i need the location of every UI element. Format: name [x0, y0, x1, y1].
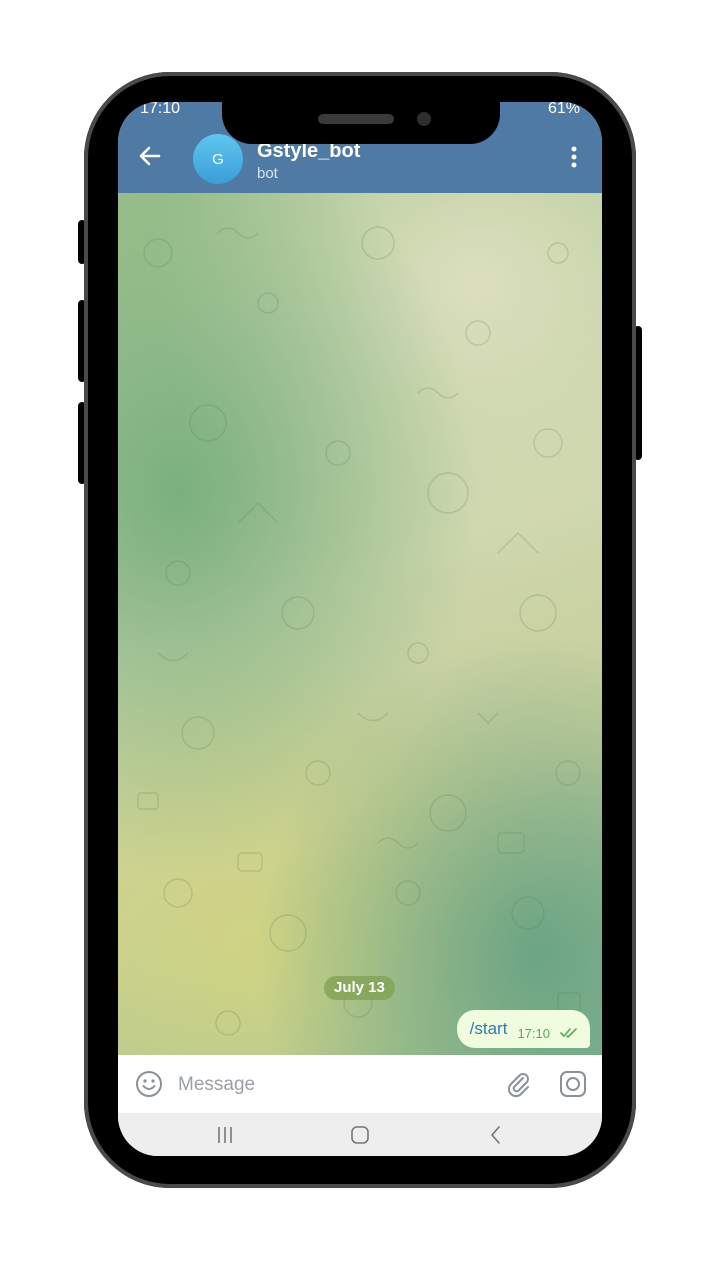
system-back-button[interactable] [484, 1123, 508, 1147]
message-input[interactable] [176, 1065, 480, 1105]
date-separator: July 13 [324, 976, 395, 1000]
emoji-button[interactable] [135, 1070, 163, 1098]
recents-button[interactable] [213, 1123, 237, 1147]
phone-volume-button [78, 220, 86, 264]
avatar[interactable]: G [193, 134, 243, 184]
phone-speaker [318, 114, 394, 124]
camera-icon [560, 1071, 586, 1097]
more-vertical-icon [571, 146, 577, 168]
message-text[interactable]: /start [470, 1019, 508, 1039]
doodle-pattern [137, 226, 581, 1036]
message-time: 17:10 [517, 1025, 550, 1041]
attach-button[interactable] [504, 1070, 532, 1098]
message-composer [118, 1055, 602, 1113]
arrow-left-icon [139, 146, 161, 166]
recents-icon [218, 1127, 232, 1143]
double-check-icon [560, 1028, 577, 1038]
phone-volume-up-button [78, 300, 86, 382]
smiley-icon [136, 1071, 162, 1097]
phone-screen: 17:10 61% G Gstyle_bot bot July 13 /star… [118, 102, 602, 1156]
paperclip-icon [507, 1073, 529, 1098]
back-button[interactable] [136, 142, 164, 170]
camera-button[interactable] [559, 1070, 587, 1098]
front-camera [417, 112, 431, 126]
chat-subtitle: bot [257, 165, 278, 182]
home-icon [351, 1126, 369, 1144]
nav-back-icon [491, 1126, 500, 1144]
avatar-letter: G [212, 150, 224, 168]
phone-notch [222, 72, 500, 144]
status-time: 17:10 [140, 102, 181, 117]
phone-power-button [634, 326, 642, 460]
chat-messages-area[interactable]: July 13 /start 17:10 [118, 193, 602, 1055]
system-navigation-bar [118, 1113, 602, 1156]
home-button[interactable] [348, 1123, 372, 1147]
status-battery: 61% [547, 102, 580, 117]
more-menu-button[interactable] [564, 142, 584, 172]
phone-volume-down-button [78, 402, 86, 484]
outgoing-message-bubble[interactable]: /start 17:10 [456, 1010, 590, 1048]
